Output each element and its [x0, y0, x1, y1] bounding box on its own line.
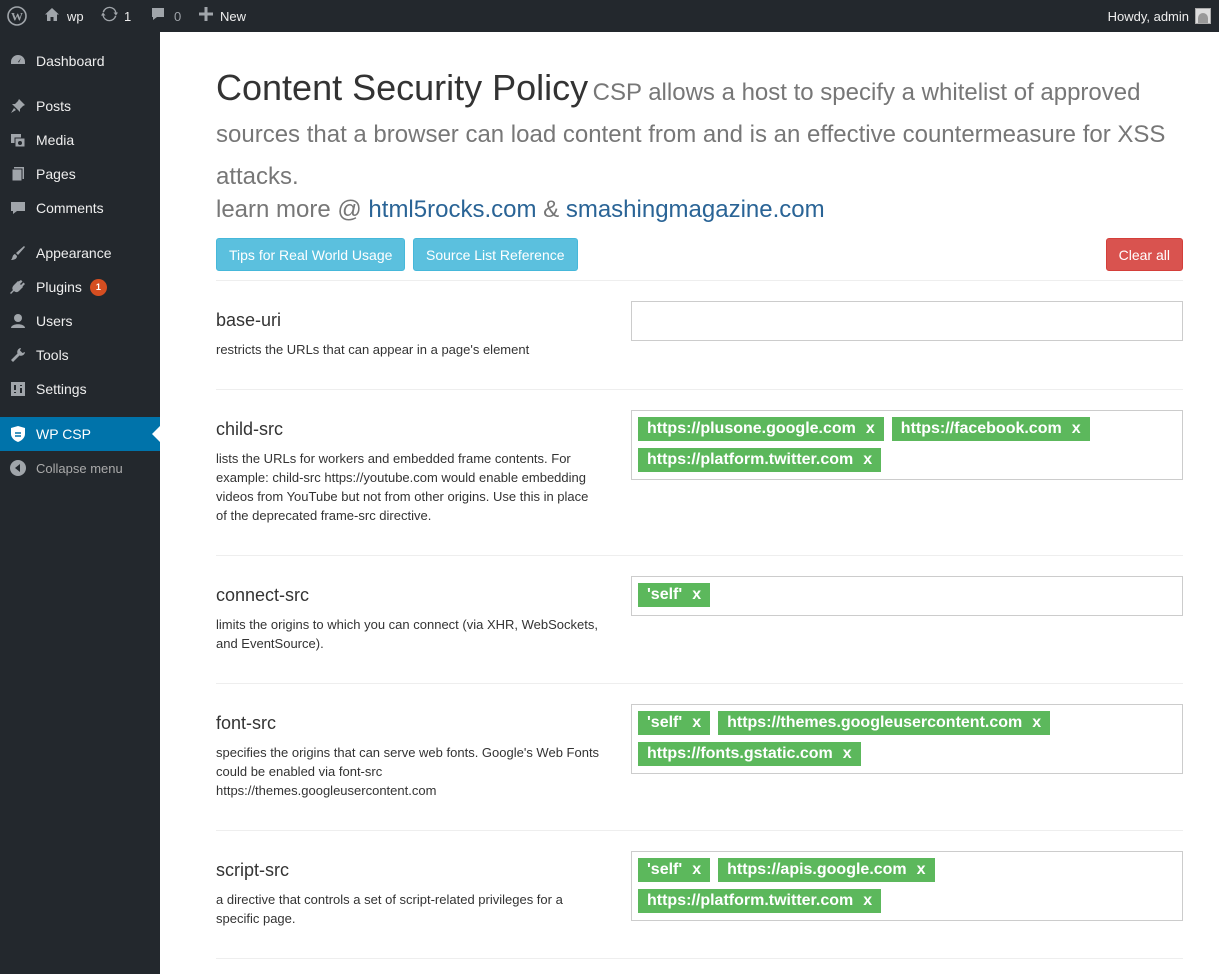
comments-link[interactable]: 0 — [150, 0, 181, 32]
plus-icon — [199, 7, 213, 25]
sidebar-item-dashboard[interactable]: Dashboard — [0, 44, 160, 78]
script-src-input[interactable]: 'self' x https://apis.google.com x https:/… — [631, 851, 1183, 921]
source-tag: https://fonts.gstatic.com x — [638, 742, 861, 766]
comments-count: 0 — [174, 8, 182, 24]
collapse-menu-button[interactable]: Collapse menu — [0, 451, 160, 485]
divider — [216, 830, 1183, 831]
dashboard-icon — [0, 52, 36, 70]
admin-bar: W wp 1 0 New Howdy, admin — [0, 0, 1219, 32]
child-src-input[interactable]: https://plusone.google.com x https://face… — [631, 410, 1183, 480]
remove-tag-button[interactable]: x — [863, 892, 872, 910]
remove-tag-button[interactable]: x — [866, 420, 875, 438]
new-label: New — [220, 8, 247, 24]
plugins-update-badge: 1 — [89, 278, 107, 296]
connect-src-input[interactable]: 'self' x — [631, 576, 1183, 616]
pages-icon — [0, 165, 36, 183]
sidebar-item-plugins[interactable]: Plugins 1 — [0, 270, 160, 304]
sidebar-item-tools[interactable]: Tools — [0, 338, 160, 372]
learn-more-amp: & — [543, 196, 560, 223]
clear-all-button[interactable]: Clear all — [1105, 238, 1183, 271]
page-header: Content Security Policy CSP allows a hos… — [216, 68, 1183, 199]
media-icon — [0, 131, 36, 149]
directive-name: script-src — [216, 860, 289, 880]
divider — [216, 389, 1183, 390]
user-icon — [0, 312, 36, 330]
collapse-icon — [0, 459, 36, 477]
source-tag: 'self' x — [638, 858, 711, 882]
account-menu[interactable]: Howdy, admin — [1108, 0, 1211, 32]
source-tag: https://plusone.google.com x — [638, 417, 884, 441]
directive-description: lists the URLs for workers and embedded … — [216, 451, 589, 523]
remove-tag-button[interactable]: x — [863, 451, 872, 469]
sidebar-item-settings[interactable]: Settings — [0, 372, 160, 406]
directive-description: restricts the URLs that can appear in a … — [216, 342, 530, 357]
new-content-link[interactable]: New — [199, 0, 246, 32]
comment-bubble-icon — [150, 6, 166, 26]
source-tag: https://platform.twitter.com x — [638, 448, 882, 472]
svg-text:W: W — [11, 10, 23, 24]
remove-tag-button[interactable]: x — [692, 714, 701, 732]
csp-icon — [0, 425, 36, 443]
directive-description: a directive that controls a set of scrip… — [216, 892, 563, 926]
updates-link[interactable]: 1 — [101, 0, 131, 32]
remove-tag-button[interactable]: x — [692, 586, 701, 604]
source-tag: https://facebook.com x — [891, 417, 1090, 441]
directive-name: child-src — [216, 419, 284, 439]
sidebar-item-wp-csp[interactable]: WP CSP — [0, 417, 160, 451]
page-title: Content Security Policy — [216, 67, 589, 108]
divider — [216, 280, 1183, 281]
brush-icon — [0, 244, 36, 262]
remove-tag-button[interactable]: x — [1072, 420, 1081, 438]
howdy-text: Howdy, admin — [1107, 8, 1189, 24]
sidebar-item-media[interactable]: Media — [0, 123, 160, 157]
sidebar-item-posts[interactable]: Posts — [0, 89, 160, 123]
source-tag: https://apis.google.com x — [718, 858, 935, 882]
sidebar-item-appearance[interactable]: Appearance — [0, 236, 160, 270]
base-uri-input[interactable] — [631, 301, 1183, 341]
tips-button[interactable]: Tips for Real World Usage — [216, 238, 406, 271]
remove-tag-button[interactable]: x — [1032, 714, 1041, 732]
source-tag: 'self' x — [638, 711, 711, 735]
plug-icon — [0, 278, 36, 296]
home-icon — [44, 7, 60, 26]
settings-icon — [0, 380, 36, 398]
pin-icon — [0, 97, 36, 115]
comment-icon — [0, 199, 36, 217]
learn-more-prefix: learn more @ — [216, 196, 362, 223]
sidebar-item-pages[interactable]: Pages — [0, 157, 160, 191]
source-list-button[interactable]: Source List Reference — [413, 238, 578, 271]
sidebar-item-comments[interactable]: Comments — [0, 191, 160, 225]
directive-description: specifies the origins that can serve web… — [216, 745, 600, 798]
wrench-icon — [0, 346, 36, 364]
active-menu-arrow — [152, 426, 160, 442]
sidebar-item-users[interactable]: Users — [0, 304, 160, 338]
updates-icon — [101, 6, 118, 26]
remove-tag-button[interactable]: x — [843, 745, 852, 763]
remove-tag-button[interactable]: x — [917, 861, 926, 879]
html5rocks-link[interactable]: html5rocks.com — [368, 196, 536, 223]
divider — [216, 555, 1183, 556]
divider — [216, 683, 1183, 684]
directive-name: base-uri — [216, 310, 282, 330]
directive-name: connect-src — [216, 585, 310, 605]
remove-tag-button[interactable]: x — [692, 861, 701, 879]
source-tag: 'self' x — [638, 583, 711, 607]
admin-sidebar: Dashboard Posts Media Pages Comments App… — [0, 32, 160, 974]
wordpress-logo-icon[interactable]: W — [0, 0, 34, 32]
directive-name: font-src — [216, 713, 277, 733]
source-tag: https://themes.googleusercontent.com x — [718, 711, 1051, 735]
updates-count: 1 — [124, 8, 132, 24]
source-tag: https://platform.twitter.com x — [638, 889, 882, 913]
divider — [216, 958, 1183, 959]
smashingmagazine-link[interactable]: smashingmagazine.com — [566, 196, 825, 223]
directive-description: limits the origins to which you can conn… — [216, 617, 598, 651]
avatar — [1195, 8, 1211, 24]
learn-more: learn more @ html5rocks.com & smashingma… — [216, 196, 825, 224]
site-name-link[interactable]: wp — [44, 0, 84, 32]
site-name: wp — [67, 8, 84, 24]
font-src-input[interactable]: 'self' x https://themes.googleusercontent… — [631, 704, 1183, 774]
